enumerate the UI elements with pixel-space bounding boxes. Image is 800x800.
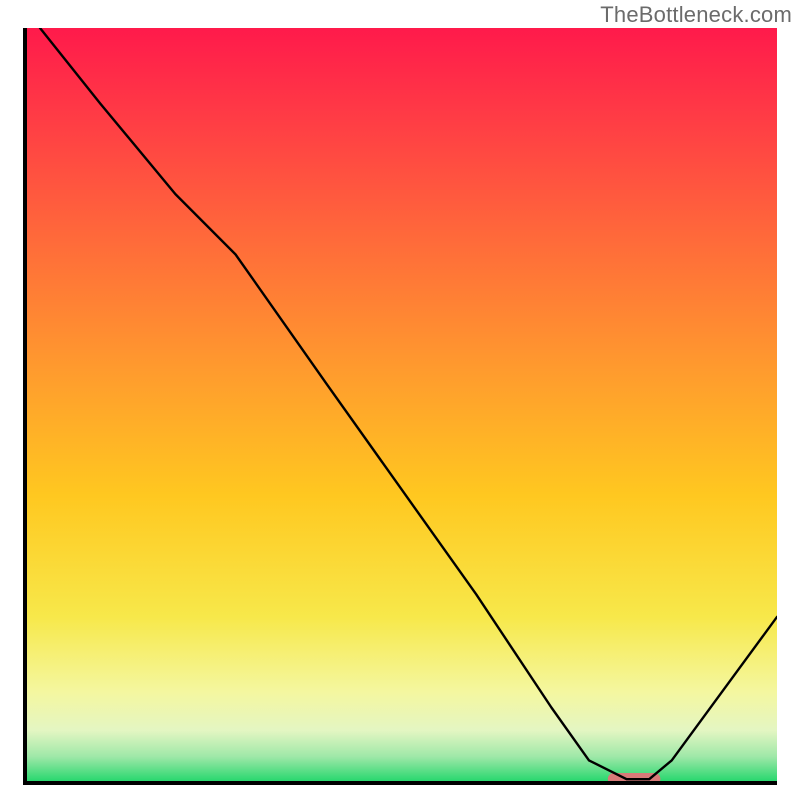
watermark-text: TheBottleneck.com [600, 2, 792, 28]
gradient-background [25, 28, 777, 783]
bottleneck-chart [0, 0, 800, 800]
chart-container: TheBottleneck.com [0, 0, 800, 800]
